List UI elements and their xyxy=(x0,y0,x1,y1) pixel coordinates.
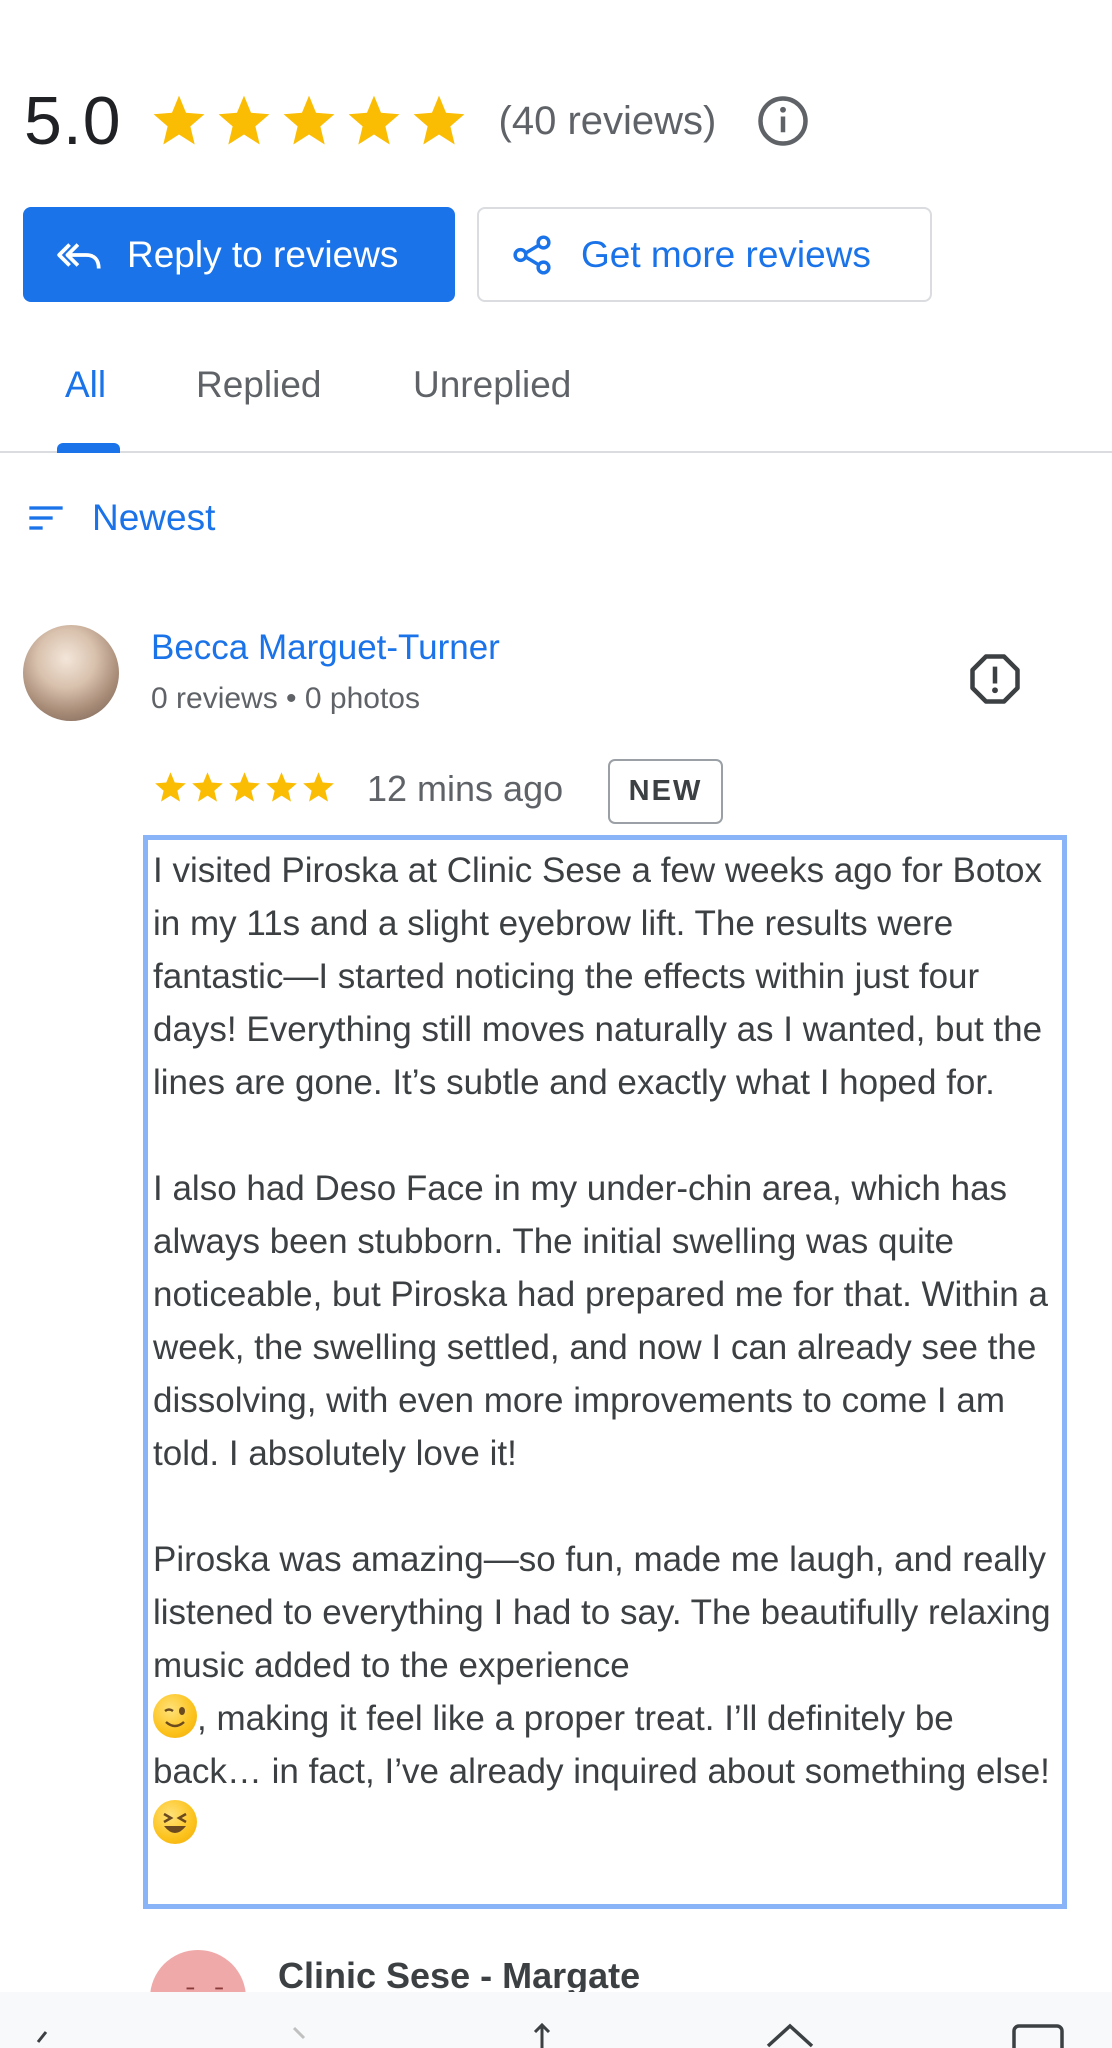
review-filter-tabs: All Replied Unreplied xyxy=(0,330,1112,453)
reviewer-name[interactable]: Becca Marguet-Turner xyxy=(151,628,500,668)
tab-unreplied[interactable]: Unreplied xyxy=(413,364,571,406)
home-icon[interactable] xyxy=(762,2020,818,2048)
rating-value: 5.0 xyxy=(24,83,122,159)
star-icon xyxy=(155,772,186,802)
business-name: Clinic Sese - Margate xyxy=(278,1955,641,1996)
rating-summary: 5.0 (40 reviews) xyxy=(24,78,810,164)
back-icon[interactable] xyxy=(18,2028,58,2048)
star-icon xyxy=(266,772,297,802)
star-icon xyxy=(218,95,269,145)
star-icon xyxy=(413,95,464,145)
share-icon xyxy=(513,234,551,275)
star-icon xyxy=(283,95,334,145)
tab-all[interactable]: All xyxy=(65,364,106,406)
info-icon[interactable] xyxy=(756,94,810,148)
review-time: 12 mins ago xyxy=(367,768,564,809)
star-icon xyxy=(348,95,399,145)
avatar[interactable] xyxy=(23,625,119,721)
report-icon[interactable] xyxy=(968,652,1022,706)
get-more-reviews-button[interactable]: Get more reviews xyxy=(477,207,932,302)
review-count: (40 reviews) xyxy=(498,98,717,143)
sort-label: Newest xyxy=(92,497,216,538)
reply-to-reviews-button[interactable]: Reply to reviews xyxy=(23,207,455,302)
tabs-icon[interactable] xyxy=(1010,2022,1066,2048)
laughing-face-emoji xyxy=(153,1800,197,1844)
rating-stars xyxy=(150,92,475,150)
review-text-fragment: , making it feel like a proper treat. I’… xyxy=(153,1699,1050,1791)
get-more-reviews-label: Get more reviews xyxy=(581,233,871,275)
review-stars xyxy=(153,770,338,805)
sort-button[interactable]: Newest xyxy=(26,497,215,539)
reviewer-meta: 0 reviews • 0 photos xyxy=(151,682,420,715)
share-up-icon[interactable] xyxy=(522,2022,562,2048)
review-text-fragment: Piroska was amazing—so fun, made me laug… xyxy=(153,1540,1051,1685)
winking-face-emoji xyxy=(153,1694,197,1738)
star-icon xyxy=(303,772,334,802)
review-paragraph: I also had Deso Face in my under-chin ar… xyxy=(153,1169,1048,1473)
forward-icon[interactable] xyxy=(290,2026,314,2048)
star-icon xyxy=(229,772,260,802)
new-badge: NEW xyxy=(608,759,723,824)
review-paragraph: I visited Piroska at Clinic Sese a few w… xyxy=(153,851,1043,1102)
star-icon xyxy=(153,95,204,145)
tab-replied[interactable]: Replied xyxy=(196,364,321,406)
reply-all-icon xyxy=(57,242,101,269)
reply-to-reviews-label: Reply to reviews xyxy=(127,233,399,275)
sort-icon xyxy=(29,506,63,530)
active-tab-indicator xyxy=(57,443,120,453)
bottom-navigation-bar xyxy=(0,1992,1112,2048)
star-icon xyxy=(192,772,223,802)
review-text[interactable]: I visited Piroska at Clinic Sese a few w… xyxy=(143,835,1067,1909)
review-paragraph-3: Piroska was amazing—so fun, made me laug… xyxy=(153,1533,1062,1851)
reviews-page: 5.0 (40 reviews) Reply to reviews Get mo… xyxy=(0,0,1112,2048)
